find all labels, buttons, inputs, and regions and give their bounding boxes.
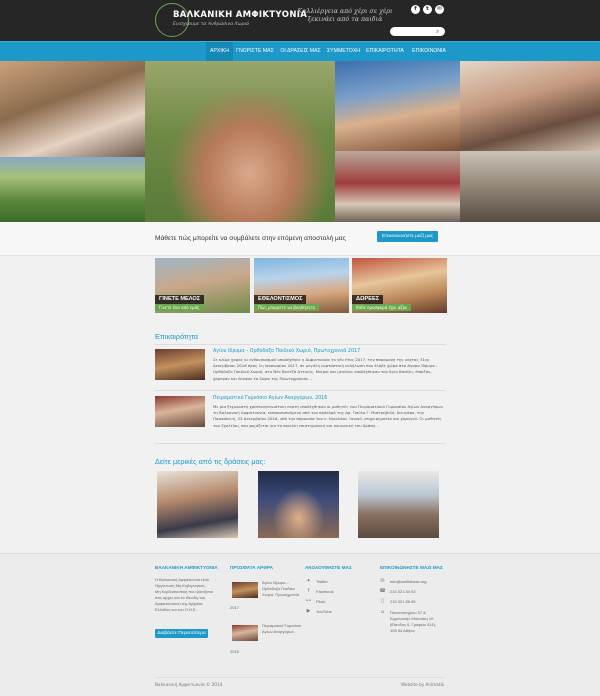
facebook-icon: f [307,588,310,594]
youtube-icon: ▶ [306,608,311,614]
news-excerpt: Με μία ξεχωριστή χριστουγεννιάτικη εορτή… [213,404,443,428]
contact-address-line: (Είσοδος 6, Γραφείο 414), [390,622,437,627]
nav-item-about[interactable]: ΓΝΩΡΙΣΤΕ ΜΑΣ [234,42,276,61]
news-thumbnail[interactable] [155,349,205,380]
location-icon: ⌂ [380,609,385,615]
card-subtitle: Πώς μπορείτε να βοηθήσετε [254,304,320,311]
follow-youtube-link[interactable]: YouTube [316,609,332,614]
footer-article-year: 2017 [230,605,239,610]
main-nav: ΑΡΧΙΚΗ ΓΝΩΡΙΣΤΕ ΜΑΣ ΟΙ ΔΡΑΣΕΙΣ ΜΑΣ ΣΥΜΜΕ… [0,41,600,61]
footer-contact-title: ΕΠΙΚΟΙΝΩΝΗΣΤΕ ΜΑΖΙ ΜΑΣ [380,565,443,570]
footer-article-link[interactable]: Αγίου Ιδρυμα – Ορθόδοξο Παιδικό Χωριό, Π… [262,580,302,598]
news-item: Πειραματικό Γυμνάσιο Αγίων Αναργύρων, 20… [155,396,445,436]
phone-icon: ☎ [379,588,386,594]
nav-item-contact[interactable]: ΕΠΙΚΟΙΝΩΝΙΑ [408,42,450,61]
article-thumbnail[interactable] [232,582,258,598]
footer-article-link[interactable]: Πειραματικό Γυμνάσιο Αγίων Αναργύρων, [262,623,302,635]
search-input[interactable] [394,27,434,36]
cta-text: Μάθετε πώς μπορείτε να συμβάλετε στην επ… [155,235,346,242]
nav-item-home[interactable]: ΑΡΧΙΚΗ [206,42,233,61]
facebook-icon[interactable]: f [411,5,420,14]
hero-photo [460,61,600,151]
card-title: ΔΩΡΕΕΣ [352,295,384,304]
contact-address-line: Εμμανουήλ Μπενάκη 10 [390,616,434,621]
twitter-icon: ✦ [306,578,311,584]
nav-item-news[interactable]: ΕΠΙΚΑΙΡΟΤΗΤΑ [364,42,406,61]
card-title: ΕΘΕΛΟΝΤΙΣΜΟΣ [254,295,307,304]
read-more-button[interactable]: Διαβάστε Περισσότερα [155,629,208,638]
footer-articles-title: ΠΡΟΣΦΑΤΑ ΑΡΘΡΑ [230,565,274,570]
contact-address-line: Πανεπιστημίου 57 & [390,610,426,615]
nav-item-activities[interactable]: ΟΙ ΔΡΑΣΕΙΣ ΜΑΣ [278,42,323,61]
copyright: Βαλκανική Αμφικτυονία © 2014 [155,682,223,687]
contact-us-button[interactable]: Επικοινωνήστε μαζί μας [377,231,438,242]
card-donations[interactable]: ΔΩΡΕΕΣ Κάθε προσφορά έχει αξία [352,258,447,313]
hero-photo [460,151,600,222]
hero-photo [0,61,145,157]
news-item: Αγίου Ιδρυμα – Ορθόδοξο Παιδικό Χωριό, Π… [155,349,445,389]
article-thumbnail[interactable] [232,625,258,641]
nav-item-participation[interactable]: ΣΥΜΜΕΤΟΧΗ [325,42,362,61]
logo-tagline: Ενισχύουμε τα Ανθρώπινα Χωριά [173,22,250,27]
news-excerpt: Σε κλίμα χαράς κι ενθουσιασμού υποδέχθηκ… [213,357,438,381]
footer-about-text: Η Βαλκανική Αμφικτυονία είναι Οργάνωση Μ… [155,577,213,613]
twitter-icon[interactable]: t [423,5,432,14]
follow-twitter-link[interactable]: Twitter [316,579,328,584]
divider [155,344,445,345]
card-membership[interactable]: ΓΙΝΕΤΕ ΜΕΛΟΣ Γίνετε ένα από εμάς [155,258,250,313]
site-logo[interactable]: ΒΑΛΚΑΝΙΚΗ ΑΜΦΙΚΤΥΟΝΙΑ Ενισχύουμε τα Ανθρ… [155,3,307,37]
contact-address-line: 105 64 Αθήνα [390,628,415,633]
hero-photo [145,61,335,222]
card-subtitle: Κάθε προσφορά έχει αξία [352,304,411,311]
hero-photo-collage [0,61,600,222]
card-subtitle: Γίνετε ένα από εμάς [155,304,204,311]
hero-photo [335,61,460,151]
news-section-title: Επικαιρότητα [155,332,198,341]
follow-facebook-link[interactable]: Facebook [316,589,334,594]
card-volunteering[interactable]: ΕΘΕΛΟΝΤΙΣΜΟΣ Πώς μπορείτε να βοηθήσετε [254,258,349,313]
email-icon[interactable]: ✉ [435,5,444,14]
news-title-link[interactable]: Πειραματικό Γυμνάσιο Αγίων Αναργύρων, 20… [213,396,327,401]
contact-phone: 210.321.54.92 [390,589,416,594]
activity-photo[interactable] [358,471,439,538]
search-box: ⌕ [390,27,445,36]
email-icon: ✉ [380,578,385,584]
site-header: ΒΑΛΚΑΝΙΚΗ ΑΜΦΙΚΤΥΟΝΙΑ Ενισχύουμε τα Ανθρ… [0,0,600,41]
activity-photo[interactable] [258,471,339,538]
activity-photo[interactable] [157,471,238,538]
hero-photo [0,157,145,222]
footer-article-year: 2016 [230,649,239,654]
header-motto: Καλλιέργεια από χέρι σε χέρι ξεκινάει απ… [290,8,400,24]
divider [155,677,445,678]
divider [155,390,445,391]
footer-follow-title: ΑΚΟΛΟΥΘΗΣΤΕ ΜΑΣ [305,565,352,570]
footer-about-title: ΒΑΛΚΑΝΙΚΗ ΑΜΦΙΚΤΥΟΝΙΑ [155,565,218,570]
news-thumbnail[interactable] [155,396,205,427]
news-title-link[interactable]: Αγίου Ιδρυμα – Ορθόδοξο Παιδικό Χωριό, Π… [213,349,360,354]
logo-name: ΒΑΛΚΑΝΙΚΗ ΑΜΦΙΚΤΥΟΝΙΑ [173,10,308,20]
contact-email-link[interactable]: info@amfiktionia.org [390,579,427,584]
activities-section-title: Δείτε μερικές από τις δράσεις μας: [155,457,266,466]
cta-bar: Μάθετε πώς μπορείτε να συμβάλετε στην επ… [0,222,600,256]
card-title: ΓΙΝΕΤΕ ΜΕΛΟΣ [155,295,205,304]
credit-link[interactable]: Website by Animatik [401,682,444,687]
search-icon[interactable]: ⌕ [436,28,439,36]
motto-line-2: ξεκινάει από τα παιδιά [307,16,383,23]
follow-flickr-link[interactable]: Flickr [316,599,326,604]
hero-photo [335,151,460,222]
divider [155,443,445,444]
mobile-icon: ▯ [381,598,384,604]
motto-line-1: Καλλιέργεια από χέρι σε χέρι [297,8,393,15]
wreath-logo-icon [155,3,189,37]
flickr-icon: •• [305,598,312,604]
contact-mobile: 210.321.56.55 [390,599,416,604]
